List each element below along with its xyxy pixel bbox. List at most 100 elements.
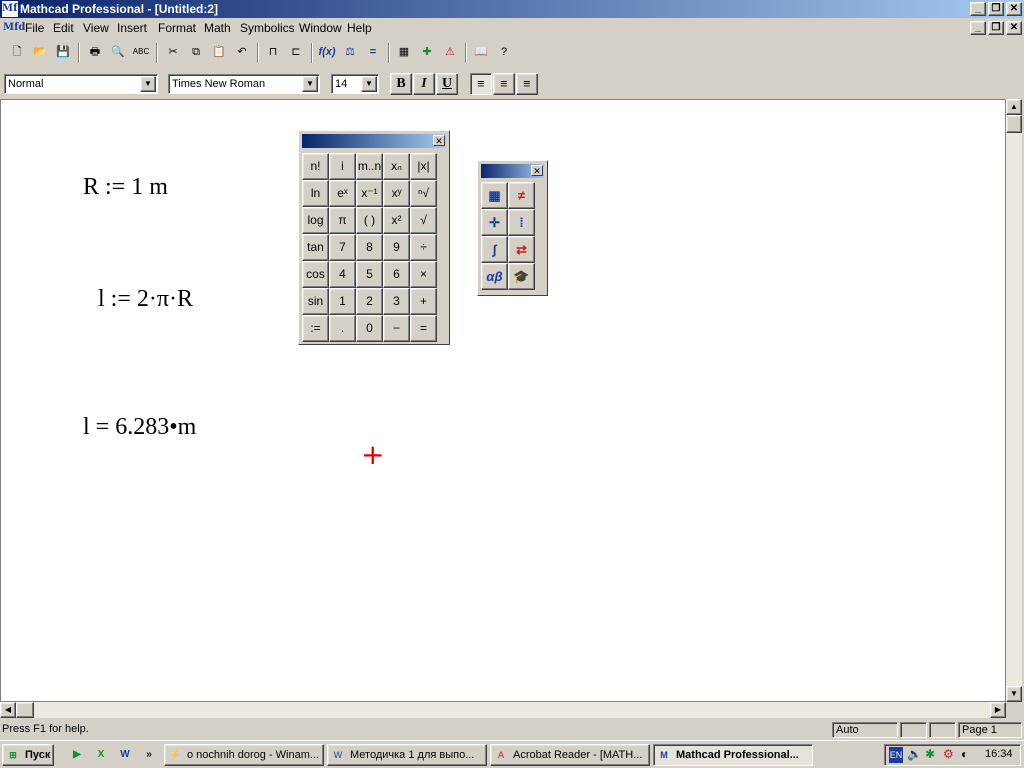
menu-view[interactable]: View [83, 21, 109, 35]
bold-button[interactable]: B [390, 73, 412, 95]
task-winamp[interactable]: ⚡ o nochnih dorog - Winam... [164, 744, 324, 766]
calc-key[interactable]: 6 [383, 261, 410, 288]
calc-key[interactable]: n! [302, 153, 329, 180]
calc-key[interactable]: 9 [383, 234, 410, 261]
quick-launch-more-icon[interactable]: » [140, 746, 158, 764]
palette-title-bar[interactable]: ✕ [302, 134, 446, 148]
calc-key[interactable]: 5 [356, 261, 383, 288]
menu-format[interactable]: Format [158, 21, 196, 35]
calc-key[interactable]: + [410, 288, 437, 315]
boolean-icon[interactable]: ≠ [508, 182, 535, 209]
calculus-icon[interactable]: ∫ [481, 236, 508, 263]
close-icon[interactable]: ✕ [531, 165, 543, 176]
equation-l-definition[interactable]: l := 2·π·R [98, 286, 193, 313]
menu-window[interactable]: Window [299, 21, 342, 35]
calc-key[interactable]: − [383, 315, 410, 342]
minimize-button[interactable]: _ [970, 2, 986, 16]
spell-check-icon[interactable]: ABC [130, 42, 152, 64]
calc-key[interactable]: 3 [383, 288, 410, 315]
cut-icon[interactable]: ✂ [162, 42, 184, 64]
task-acrobat-reader[interactable]: A Acrobat Reader - [MATH... [490, 744, 650, 766]
scroll-down-icon[interactable]: ▼ [1006, 686, 1022, 702]
insert-unit-icon[interactable]: ⚖ [339, 42, 361, 64]
calc-key[interactable]: xₙ [383, 153, 410, 180]
language-indicator[interactable]: EN [889, 747, 903, 763]
task-mathcad-active[interactable]: M Mathcad Professional... [653, 744, 813, 766]
paste-icon[interactable]: 📋 [208, 42, 230, 64]
calc-key[interactable]: sin [302, 288, 329, 315]
horizontal-scroll-thumb[interactable] [16, 702, 34, 718]
calc-key[interactable]: x⁻¹ [356, 180, 383, 207]
doc-restore-button[interactable]: ❐ [988, 21, 1004, 35]
volume-icon[interactable]: 🔈 [907, 747, 922, 761]
calc-key[interactable]: 4 [329, 261, 356, 288]
scroll-up-icon[interactable]: ▲ [1006, 99, 1022, 115]
calc-key[interactable]: 1 [329, 288, 356, 315]
excel-icon[interactable]: X [92, 746, 110, 764]
tray-app-icon[interactable]: ◐ [961, 747, 968, 761]
component-wizard-icon[interactable]: ✚ [416, 42, 438, 64]
vertical-scroll-thumb[interactable] [1006, 115, 1022, 133]
align-center-icon[interactable]: ≡ [493, 73, 515, 95]
antivirus-icon[interactable]: ✱ [925, 747, 935, 761]
programming-icon[interactable]: ⇄ [508, 236, 535, 263]
symbolic-icon[interactable]: 🎓 [508, 263, 535, 290]
doc-close-button[interactable]: ✕ [1006, 21, 1022, 35]
document-icon[interactable]: Mfd [3, 20, 25, 36]
equation-l-result[interactable]: l = 6.283•m [83, 414, 196, 441]
math-connex-icon[interactable]: ⚠ [439, 42, 461, 64]
calc-key[interactable]: ( ) [356, 207, 383, 234]
font-size-select[interactable]: 14 ▼ [331, 74, 379, 94]
calc-key[interactable]: m..n [356, 153, 383, 180]
open-icon[interactable]: 📂 [29, 42, 51, 64]
insert-picture-icon[interactable]: ▦ [393, 42, 415, 64]
calc-key[interactable]: |x| [410, 153, 437, 180]
network-icon[interactable]: ⚙ [943, 747, 954, 761]
save-icon[interactable]: 💾 [52, 42, 74, 64]
menu-edit[interactable]: Edit [53, 21, 74, 35]
calculator-icon[interactable]: ▦ [481, 182, 508, 209]
quick-launch-media-icon[interactable]: ▶ [68, 746, 86, 764]
menu-symbolics[interactable]: Symbolics [240, 21, 295, 35]
calc-key[interactable]: log [302, 207, 329, 234]
style-select[interactable]: Normal ▼ [4, 74, 158, 94]
restore-button[interactable]: ❐ [988, 2, 1004, 16]
align-right-icon[interactable]: ≡ [516, 73, 538, 95]
calc-key[interactable]: π [329, 207, 356, 234]
undo-icon[interactable]: ↶ [231, 42, 253, 64]
align-down-icon[interactable]: ⊏ [285, 42, 307, 64]
underline-button[interactable]: U [436, 73, 458, 95]
calc-key[interactable]: i [329, 153, 356, 180]
scroll-left-icon[interactable]: ◀ [0, 702, 16, 718]
calc-key[interactable]: := [302, 315, 329, 342]
close-button[interactable]: ✕ [1006, 2, 1022, 16]
greek-icon[interactable]: αβ [481, 263, 508, 290]
calc-key[interactable]: √ [410, 207, 437, 234]
calc-key[interactable]: 2 [356, 288, 383, 315]
horizontal-scrollbar[interactable]: ◀ ▶ [0, 702, 1006, 718]
menu-math[interactable]: Math [204, 21, 231, 35]
matrix-icon[interactable]: ⁞ [508, 209, 535, 236]
calc-key[interactable]: 0 [356, 315, 383, 342]
calc-key[interactable]: 8 [356, 234, 383, 261]
resource-center-icon[interactable]: 📖 [470, 42, 492, 64]
task-word-document[interactable]: W Методичка 1 для выпо... [327, 744, 487, 766]
start-button[interactable]: ⊞ Пуск [2, 744, 54, 766]
calc-key[interactable]: 7 [329, 234, 356, 261]
calc-key[interactable]: eˣ [329, 180, 356, 207]
copy-icon[interactable]: ⧉ [185, 42, 207, 64]
calc-key[interactable]: cos [302, 261, 329, 288]
vertical-scrollbar[interactable]: ▲ ▼ [1006, 99, 1022, 702]
calc-key[interactable]: tan [302, 234, 329, 261]
calc-key[interactable]: ÷ [410, 234, 437, 261]
calc-key[interactable]: = [410, 315, 437, 342]
mathcad-app-icon[interactable]: Mfd [2, 1, 24, 17]
italic-button[interactable]: I [413, 73, 435, 95]
calc-key[interactable]: ⁿ√ [410, 180, 437, 207]
scroll-right-icon[interactable]: ▶ [990, 702, 1006, 718]
font-select[interactable]: Times New Roman ▼ [168, 74, 320, 94]
calc-key[interactable]: x² [383, 207, 410, 234]
chevron-down-icon[interactable]: ▼ [140, 76, 156, 92]
doc-minimize-button[interactable]: _ [970, 21, 986, 35]
menu-file[interactable]: File [25, 21, 44, 35]
